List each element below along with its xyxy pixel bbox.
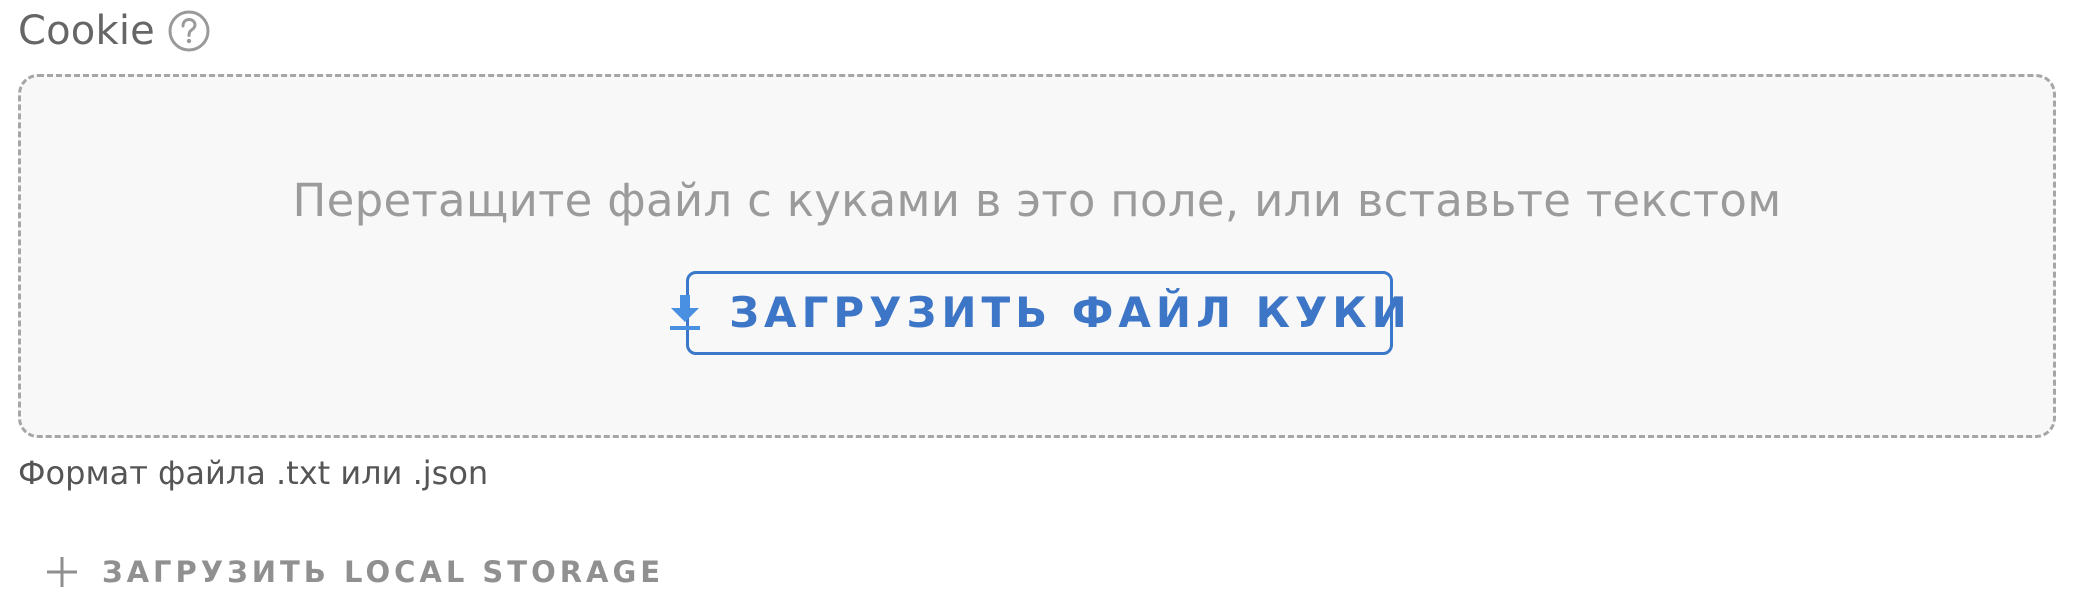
plus-icon bbox=[44, 554, 80, 590]
upload-cookie-file-button[interactable]: ЗАГРУЗИТЬ ФАЙЛ КУКИ bbox=[670, 271, 1407, 355]
download-icon bbox=[667, 293, 703, 333]
upload-local-storage-label: ЗАГРУЗИТЬ LOCAL STORAGE bbox=[102, 555, 665, 589]
cookie-field-label: Cookie bbox=[18, 8, 155, 54]
upload-local-storage-button[interactable]: ЗАГРУЗИТЬ LOCAL STORAGE bbox=[44, 548, 664, 596]
upload-cookie-file-label: ЗАГРУЗИТЬ ФАЙЛ КУКИ bbox=[729, 288, 1412, 337]
dropzone-hint: Перетащите файл с куками в это поле, или… bbox=[292, 174, 1782, 227]
cookie-field-header: Cookie bbox=[18, 6, 211, 56]
question-circle-icon[interactable] bbox=[167, 9, 211, 53]
file-format-note: Формат файла .txt или .json bbox=[18, 454, 489, 492]
cookie-dropzone[interactable]: Перетащите файл с куками в это поле, или… bbox=[18, 74, 2056, 438]
